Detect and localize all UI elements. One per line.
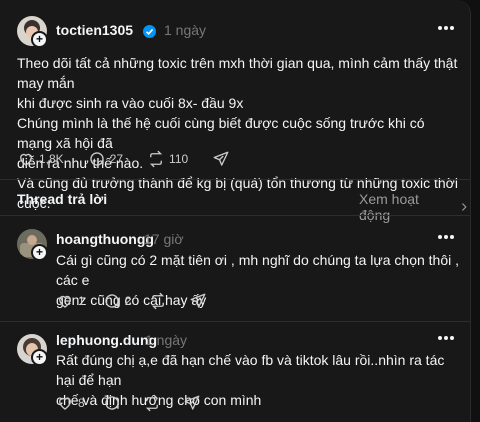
more-options-icon[interactable]: [438, 336, 442, 340]
repost-button[interactable]: 110: [147, 150, 188, 168]
more-options-icon[interactable]: [438, 26, 442, 30]
repost-button[interactable]: [143, 394, 165, 412]
heart-icon: [20, 153, 32, 166]
like-count: 8: [78, 396, 85, 410]
send-icon: [190, 293, 206, 308]
like-count: 1,8K: [39, 152, 64, 166]
send-icon: [184, 395, 200, 410]
divider: [0, 215, 470, 216]
post-actions: 1,8K 27 110: [17, 150, 252, 168]
thread-title: Thread trả lời: [17, 191, 108, 207]
post-line: khi được sinh ra vào cuối 8x- đầu 9x: [17, 95, 244, 111]
share-button[interactable]: [212, 150, 234, 168]
repost-count: 110: [169, 152, 189, 166]
reply-username[interactable]: hoangthuongg: [56, 231, 154, 247]
thread-panel: + toctien1305 1 ngày Theo dõi tất cả nhữ…: [0, 0, 471, 422]
reply-actions: 1 2: [56, 292, 229, 310]
heart-icon: [59, 295, 71, 308]
post-body: Theo dõi tất cả những toxic trên mxh thờ…: [17, 53, 462, 213]
comment-count: 27: [109, 152, 124, 166]
comment-button[interactable]: 27: [88, 150, 123, 168]
chevron-right-icon: [462, 203, 467, 211]
like-count: 1: [78, 294, 85, 308]
share-button[interactable]: [183, 394, 205, 412]
verified-badge-icon: [143, 25, 156, 38]
like-button[interactable]: 8: [56, 394, 85, 412]
reply-line: Cái gì cũng có 2 mặt tiên ơi , mh nghĩ d…: [56, 252, 460, 288]
more-options-icon[interactable]: [438, 235, 442, 239]
send-icon: [213, 151, 229, 166]
post-line: Theo dõi tất cả những toxic trên mxh thờ…: [17, 55, 458, 91]
post-time: 1 ngày: [164, 22, 207, 38]
heart-icon: [59, 397, 71, 410]
repost-icon: [152, 292, 165, 310]
view-activity-label: Xem hoạt động: [359, 191, 419, 223]
divider: [0, 321, 470, 322]
divider: [0, 179, 470, 180]
repost-icon: [145, 394, 158, 412]
view-activity-link[interactable]: Xem hoạt động: [359, 191, 470, 223]
reply-time: 17 giờ: [144, 231, 184, 247]
repost-icon: [149, 150, 163, 168]
post-line: Chúng mình là thế hệ cuối cùng biết được…: [17, 115, 425, 151]
reply-username[interactable]: lephuong.dung: [56, 332, 157, 348]
reply-actions: 8: [56, 394, 223, 412]
repost-button[interactable]: [149, 292, 171, 310]
comment-icon: [105, 396, 119, 410]
share-button[interactable]: [189, 292, 211, 310]
comment-count: 2: [124, 294, 132, 308]
comment-icon: [105, 294, 119, 308]
post-username[interactable]: toctien1305: [56, 22, 133, 38]
reply-line: Rất đúng chị ạ,e đã hạn chế vào fb và ti…: [56, 352, 445, 388]
follow-plus-icon[interactable]: +: [31, 31, 48, 48]
comment-button[interactable]: [103, 394, 125, 412]
follow-plus-icon[interactable]: +: [31, 244, 48, 261]
follow-plus-icon[interactable]: +: [31, 349, 48, 366]
like-button[interactable]: 1: [56, 292, 85, 310]
like-button[interactable]: 1,8K: [17, 150, 64, 168]
comment-icon: [90, 152, 104, 166]
reply-time: 1 ngày: [145, 332, 188, 348]
comment-button[interactable]: 2: [103, 292, 132, 310]
